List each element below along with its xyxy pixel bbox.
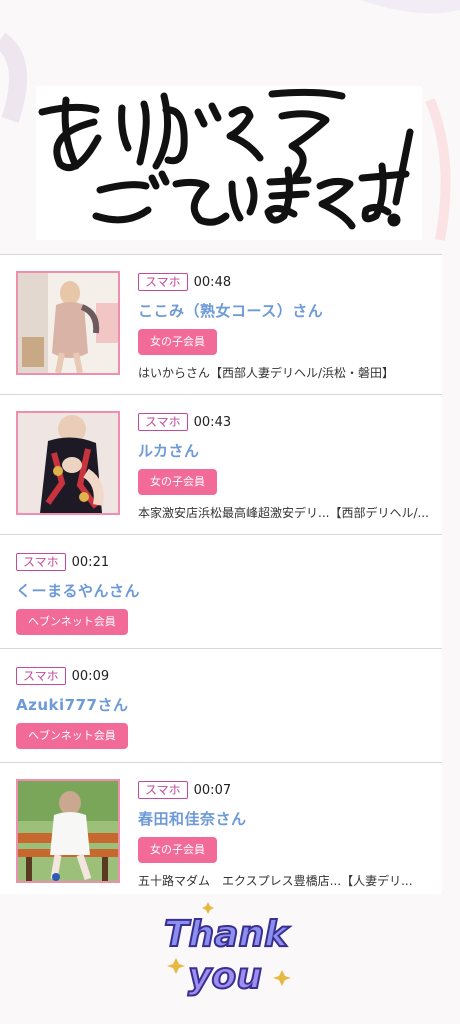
visitor-name[interactable]: Azuki777さん [16,694,442,715]
visit-time: 00:43 [193,414,232,430]
visit-time: 00:09 [71,668,110,684]
shop-name[interactable]: 五十路マダム エクスプレス豊橋店...【人妻デリ... [138,872,438,889]
entry-info: スマホ 00:43 ルカさん 女の子会員 本家激安店浜松最高峰超激安デリ...【… [138,413,442,521]
entry-info: スマホ 00:48 ここみ（熟女コース）さん 女の子会員 はいからさん【西部人妻… [138,273,442,381]
hero-thank-you-banner [36,86,422,240]
membership-badge: ヘブンネット会員 [16,609,128,635]
shop-name[interactable]: 本家激安店浜松最高峰超激安デリ...【西部デリヘル/... [138,504,438,521]
visitor-name[interactable]: くーまるやんさん [16,580,442,601]
list-item[interactable]: スマホ 00:09 Azuki777さん ヘブンネット会員 [0,648,442,762]
membership-badge: 女の子会員 [138,469,217,495]
membership-badge: ヘブンネット会員 [16,723,128,749]
thank-you-sticker: Thank you [158,900,303,1000]
profile-photo[interactable] [16,411,120,515]
profile-photo[interactable] [16,779,120,883]
visit-time: 00:48 [193,274,232,290]
entry-info: スマホ 00:09 Azuki777さん ヘブンネット会員 [16,667,442,749]
visit-time: 00:21 [71,554,110,570]
shop-name[interactable]: はいからさん【西部人妻デリヘル/浜松・磐田】 [138,364,438,381]
list-item[interactable]: スマホ 00:43 ルカさん 女の子会員 本家激安店浜松最高峰超激安デリ...【… [0,394,442,534]
membership-badge: 女の子会員 [138,329,217,355]
visitor-list: スマホ 00:48 ここみ（熟女コース）さん 女の子会員 はいからさん【西部人妻… [0,254,442,894]
list-item[interactable]: スマホ 00:48 ここみ（熟女コース）さん 女の子会員 はいからさん【西部人妻… [0,254,442,394]
entry-info: スマホ 00:07 春田和佳奈さん 女の子会員 五十路マダム エクスプレス豊橋店… [138,781,442,889]
handwritten-title [38,88,414,230]
device-tag: スマホ [16,553,66,571]
thank-word: Thank [164,914,290,955]
entry-info: スマホ 00:21 くーまるやんさん ヘブンネット会員 [16,553,442,635]
device-tag: スマホ [138,273,188,291]
membership-badge: 女の子会員 [138,837,217,863]
you-word: you [188,956,262,997]
list-item[interactable]: スマホ 00:21 くーまるやんさん ヘブンネット会員 [0,534,442,648]
visitor-name[interactable]: 春田和佳奈さん [138,808,442,829]
device-tag: スマホ [138,413,188,431]
profile-photo[interactable] [16,271,120,375]
device-tag: スマホ [138,781,188,799]
list-item[interactable]: スマホ 00:07 春田和佳奈さん 女の子会員 五十路マダム エクスプレス豊橋店… [0,762,442,894]
device-tag: スマホ [16,667,66,685]
visit-time: 00:07 [193,782,232,798]
visitor-name[interactable]: ルカさん [138,440,442,461]
visitor-name[interactable]: ここみ（熟女コース）さん [138,300,442,321]
